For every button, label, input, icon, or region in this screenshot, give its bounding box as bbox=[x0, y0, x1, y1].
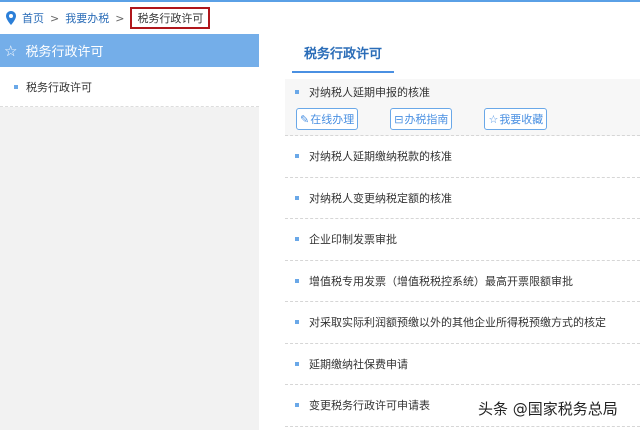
list-item-label: 变更税务行政许可申请表 bbox=[309, 399, 430, 413]
list-item-label: 对采取实际利润额预缴以外的其他企业所得税预缴方式的核定 bbox=[309, 316, 606, 330]
online-handle-button[interactable]: ✎ 在线办理 bbox=[296, 108, 359, 130]
list-item-label: 对纳税人变更纳税定额的核准 bbox=[309, 191, 452, 205]
guide-icon: ⊟ bbox=[394, 112, 404, 126]
list-item-label: 对纳税人延期缴纳税款的核准 bbox=[309, 150, 452, 164]
bullet-icon bbox=[295, 237, 299, 242]
bullet-icon bbox=[295, 195, 299, 200]
breadcrumb-separator: > bbox=[115, 11, 125, 25]
star-icon: ☆ bbox=[4, 41, 18, 60]
bullet-icon bbox=[295, 90, 299, 94]
bullet-icon bbox=[295, 278, 299, 283]
bullet-icon bbox=[295, 154, 299, 159]
sidebar-item[interactable]: 税务行政许可 bbox=[0, 67, 259, 107]
sidebar-header: ☆ 税务行政许可 bbox=[0, 34, 259, 67]
pencil-icon: ✎ bbox=[300, 112, 310, 126]
breadcrumb-tax-service[interactable]: 我要办税 bbox=[65, 10, 109, 26]
list-item[interactable]: 对采取实际利润额预缴以外的其他企业所得税预缴方式的核定 bbox=[285, 302, 640, 344]
list-item-label: 增值税专用发票（增值税税控系统）最高开票限额审批 bbox=[309, 274, 573, 288]
bullet-icon bbox=[295, 320, 299, 325]
tax-guide-button[interactable]: ⊟ 办税指南 bbox=[390, 108, 453, 130]
top-border bbox=[0, 0, 640, 2]
sidebar-title: 税务行政许可 bbox=[25, 45, 104, 60]
watermark: 头条 @国家税务总局 bbox=[478, 400, 618, 418]
sidebar: ☆ 税务行政许可 税务行政许可 bbox=[0, 34, 259, 430]
breadcrumb-current: 税务行政许可 bbox=[130, 7, 211, 29]
bullet-icon bbox=[295, 361, 299, 366]
sidebar-item-label: 税务行政许可 bbox=[26, 80, 92, 94]
tab-tax-permit[interactable]: 税务行政许可 bbox=[292, 34, 394, 73]
list-item-label: 对纳税人延期申报的核准 bbox=[309, 86, 430, 99]
location-pin-icon bbox=[6, 11, 16, 25]
list-item-label: 延期缴纳社保费申请 bbox=[309, 357, 408, 371]
star-icon: ☆ bbox=[488, 112, 499, 126]
bullet-icon bbox=[14, 84, 18, 89]
list-item[interactable]: 延期缴纳社保费申请 bbox=[285, 344, 640, 385]
breadcrumb: 首页 > 我要办税 > 税务行政许可 bbox=[6, 7, 211, 29]
list-item[interactable]: 对纳税人变更纳税定额的核准 bbox=[285, 178, 640, 219]
list-item[interactable]: 企业印制发票审批 bbox=[285, 219, 640, 261]
list-item[interactable]: 增值税专用发票（增值税税控系统）最高开票限额审批 bbox=[285, 261, 640, 302]
item-list: 对纳税人延期申报的核准 ✎ 在线办理 ⊟ 办税指南 ☆ 我要收藏 对纳税人延期缴纳税款… bbox=[285, 79, 640, 427]
favorite-button[interactable]: ☆ 我要收藏 bbox=[484, 108, 548, 130]
list-item-label: 企业印制发票审批 bbox=[309, 233, 397, 247]
list-item[interactable]: 对纳税人延期缴纳税款的核准 bbox=[285, 136, 640, 178]
main-content: 税务行政许可 对纳税人延期申报的核准 ✎ 在线办理 ⊟ 办税指南 ☆ 我要收藏 对纳税… bbox=[285, 34, 640, 427]
breadcrumb-home[interactable]: 首页 bbox=[22, 10, 44, 26]
list-item-expanded[interactable]: 对纳税人延期申报的核准 ✎ 在线办理 ⊟ 办税指南 ☆ 我要收藏 bbox=[285, 79, 640, 136]
bullet-icon bbox=[295, 403, 299, 408]
breadcrumb-separator: > bbox=[50, 11, 60, 25]
